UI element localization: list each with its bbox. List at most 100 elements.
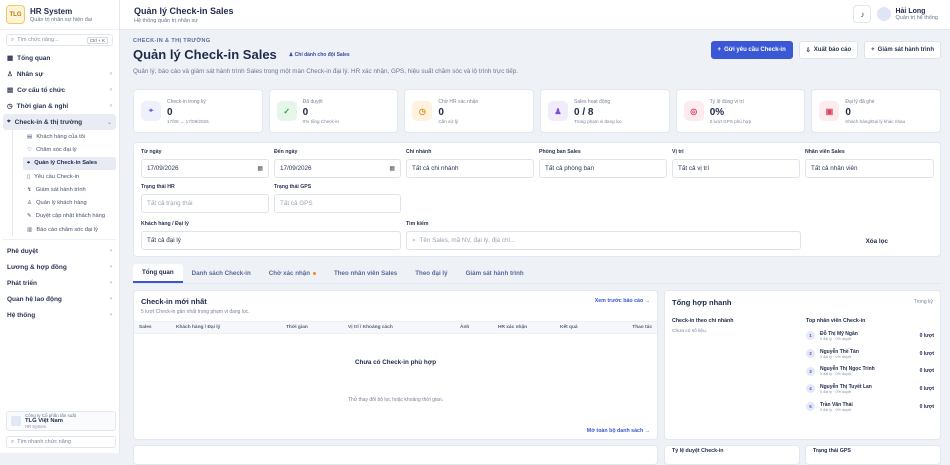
- stat-sub: 17/09 → 17/09/2026: [167, 118, 209, 124]
- tab-route-monitor[interactable]: Giám sát hành trình: [457, 264, 533, 283]
- staff-select[interactable]: Tất cả nhân viên: [805, 159, 934, 178]
- list-icon: ▤: [27, 133, 33, 140]
- tab-by-sales[interactable]: Theo nhân viên Sales: [325, 264, 406, 283]
- users-icon: ♙: [7, 71, 13, 78]
- sidebar-item-checkin[interactable]: ⌖ Check-in & thị trường ⌄: [3, 114, 116, 130]
- customer-select[interactable]: Tất cả đại lý: [141, 231, 401, 250]
- button-label: Giám sát hành trình: [877, 47, 934, 53]
- page-title: Quản lý Check-in Sales: [133, 47, 277, 62]
- route-monitor-button[interactable]: + Giám sát hành trình: [864, 41, 941, 59]
- sidebar-item-label: Lương & hợp đồng: [7, 263, 67, 271]
- position-select[interactable]: Tất cả vị trí: [672, 159, 800, 178]
- chevron-right-icon: ›: [110, 103, 112, 109]
- sidebar-item-org[interactable]: ▤ Cơ cấu tổ chức ›: [3, 82, 116, 98]
- chevron-right-icon: ›: [110, 248, 112, 255]
- rank-badge: 1: [806, 331, 815, 341]
- list-item[interactable]: 2 Nguyễn Thế Tân 0 đại lý · 0% duyệt 0 lượt: [806, 345, 934, 363]
- sidebar-item-labor-relations[interactable]: Quan hệ lao động ›: [3, 291, 116, 307]
- stat-value: 0: [167, 106, 173, 118]
- sidebar-item-time[interactable]: ◷ Thời gian & nghỉ ›: [3, 98, 116, 114]
- branch-checkin-block: Check-in theo chi nhánh Chưa có số liệu.: [672, 318, 797, 334]
- sidebar-subitem-customers[interactable]: ♙ Quản lý khách hàng: [23, 196, 116, 209]
- staff-name: Đỗ Thị Mỹ Ngân: [820, 330, 858, 337]
- sidebar-search-input[interactable]: ⌕ Tìm chức năng... Ctrl + K: [6, 34, 113, 46]
- page-description: Quản lý, báo cáo và giám sát hành trình …: [133, 68, 519, 75]
- sidebar-subitem-checkin-requests[interactable]: ▯ Yêu cầu Check-in: [23, 170, 116, 183]
- page-actions: + Gửi yêu cầu Check-in ⇩ Xuất báo cáo + Giá…: [710, 41, 941, 59]
- user-role: Quản trị hệ thống: [895, 14, 938, 21]
- shortcut-badge: Ctrl + K: [86, 36, 108, 44]
- button-label: Xuất báo cáo: [813, 47, 852, 53]
- sidebar-subitem-label: Giám sát hành trình: [35, 186, 86, 193]
- sidebar-item-payroll[interactable]: Lương & hợp đồng ›: [3, 259, 116, 275]
- preview-report-link[interactable]: Xem trước báo cáo →: [595, 298, 650, 304]
- sidebar-item-label: Cơ cấu tổ chức: [17, 86, 66, 94]
- user-menu[interactable]: Hải Long Quản trị hệ thống: [877, 7, 938, 21]
- filter-to-date: Đến ngày 17/09/2026 ▦: [274, 149, 401, 178]
- sidebar-item-overview[interactable]: ▦ Tổng quan: [3, 50, 116, 66]
- from-date-input[interactable]: 17/09/2026 ▦: [141, 159, 269, 178]
- sidebar-item-approval[interactable]: Phê duyệt ›: [3, 243, 116, 259]
- gps-status-select[interactable]: Tất cả GPS: [274, 194, 401, 213]
- list-item[interactable]: 4 Nguyễn Thị Tuyết Lan 0 đại lý · 0% duyệt…: [806, 380, 934, 398]
- sidebar-item-system[interactable]: Hệ thống ›: [3, 307, 116, 323]
- sidebar-item-label: Check-in & thị trường: [14, 118, 83, 126]
- search-icon: ⌕: [11, 438, 15, 445]
- sidebar-subitem-route-monitor[interactable]: ↯ Giám sát hành trình: [23, 183, 116, 196]
- calendar-icon[interactable]: ▦: [257, 165, 263, 172]
- tab-by-dealer[interactable]: Theo đại lý: [406, 264, 456, 283]
- search-input[interactable]: ⌕ Tên Sales, mã NV, đại lý, địa chỉ...: [406, 231, 801, 250]
- sidebar-subitem-care-report[interactable]: ▥ Báo cáo chăm sóc đại lý: [23, 223, 116, 236]
- list-item[interactable]: 5 Trần Văn Thái 0 đại lý · 0% duyệt 0 lượt: [806, 398, 934, 416]
- sidebar-item-label: Quan hệ lao động: [7, 295, 62, 303]
- pin-icon: ⌖: [27, 159, 31, 166]
- chevron-right-icon: ›: [110, 87, 112, 93]
- chevron-right-icon: ›: [110, 280, 112, 287]
- calendar-icon[interactable]: ▦: [389, 165, 395, 172]
- clear-filters-button[interactable]: Xóa lọc: [866, 238, 888, 245]
- branch-select[interactable]: Tất cả chi nhánh: [406, 159, 534, 178]
- staff-name: Trần Văn Thái: [820, 401, 853, 408]
- sidebar-submenu: ▤ Khách hàng của tôi ♡ Chăm sóc đại lý ⌖ Qu…: [12, 130, 116, 237]
- department-select[interactable]: Tất cả phòng ban: [539, 159, 667, 178]
- chevron-right-icon: ›: [110, 296, 112, 303]
- sidebar-subitem-dealer-care[interactable]: ♡ Chăm sóc đại lý: [23, 143, 116, 156]
- tab-overview[interactable]: Tổng quan: [133, 264, 183, 283]
- filter-search: Tìm kiếm ⌕ Tên Sales, mã NV, đại lý, địa c…: [406, 221, 801, 250]
- export-report-button[interactable]: ⇩ Xuất báo cáo: [798, 41, 859, 59]
- open-full-list-link[interactable]: Mở toàn bộ danh sách →: [587, 428, 650, 434]
- send-request-button[interactable]: + Gửi yêu cầu Check-in: [710, 41, 793, 59]
- input-value: 17/09/2026: [280, 165, 312, 172]
- filter-label: Trạng thái HR: [141, 184, 175, 190]
- staff-count: 0 lượt: [919, 385, 934, 392]
- check-icon: ✓: [276, 101, 297, 121]
- tab-checkin-list[interactable]: Danh sách Check-in: [183, 264, 260, 283]
- sidebar-subitem-my-customers[interactable]: ▤ Khách hàng của tôi: [23, 130, 116, 143]
- company-card[interactable]: Công ty Cổ phần tấn suất TLG Việt Nam HR…: [6, 411, 116, 431]
- staff-count: 0 lượt: [919, 368, 934, 375]
- select-value: Tất cả nhân viên: [811, 165, 858, 172]
- stats-row: ⌖ Check-in trong kỳ 0 17/09 → 17/09/2026 ✓ Đ…: [133, 89, 942, 133]
- stat-card: ▣ Đại lý đã ghé 0 Khách hàng/Đại lý khác nh…: [811, 89, 942, 133]
- to-date-input[interactable]: 17/09/2026 ▦: [274, 159, 401, 178]
- user-name: Hải Long: [895, 7, 926, 15]
- column-header: Khách hàng / Đại lý: [176, 325, 221, 330]
- filter-department: Phòng ban Sales Tất cả phòng ban: [539, 149, 667, 178]
- sidebar-subitem-label: Quản lý Check-in Sales: [34, 160, 98, 167]
- sidebar-item-development[interactable]: Phát triển ›: [3, 275, 116, 291]
- staff-sub: 0 đại lý · 0% duyệt: [820, 407, 852, 412]
- tab-pending[interactable]: Chờ xác nhận: [260, 264, 325, 283]
- bell-icon[interactable]: ♪: [853, 5, 872, 23]
- list-item[interactable]: 3 Nguyễn Thị Ngọc Trinh 0 đại lý · 0% duyệ…: [806, 362, 934, 380]
- quick-search-input[interactable]: ⌕ Tìm nhanh chức năng: [6, 436, 116, 448]
- report-icon: ▥: [27, 226, 33, 233]
- brand[interactable]: TLG HR System Quản trị nhân sự hiện đại: [0, 0, 119, 30]
- card-subtitle: 5 lượt Check-in gần nhất trong phạm vi đ…: [141, 309, 250, 315]
- list-item[interactable]: 1 Đỗ Thị Mỹ Ngân 0 đại lý · 0% duyệt 0 lượt: [806, 327, 934, 345]
- sidebar-subitem-checkin-sales[interactable]: ⌖ Quản lý Check-in Sales: [23, 156, 116, 170]
- sidebar-subitem-approve-updates[interactable]: ✎ Duyệt cập nhật khách hàng: [23, 210, 116, 223]
- search-icon: ⌕: [412, 236, 416, 244]
- hr-status-select[interactable]: Tất cả trạng thái: [141, 194, 269, 213]
- sidebar-item-staff[interactable]: ♙ Nhân sự ›: [3, 66, 116, 82]
- filter-label: Đến ngày: [274, 149, 298, 155]
